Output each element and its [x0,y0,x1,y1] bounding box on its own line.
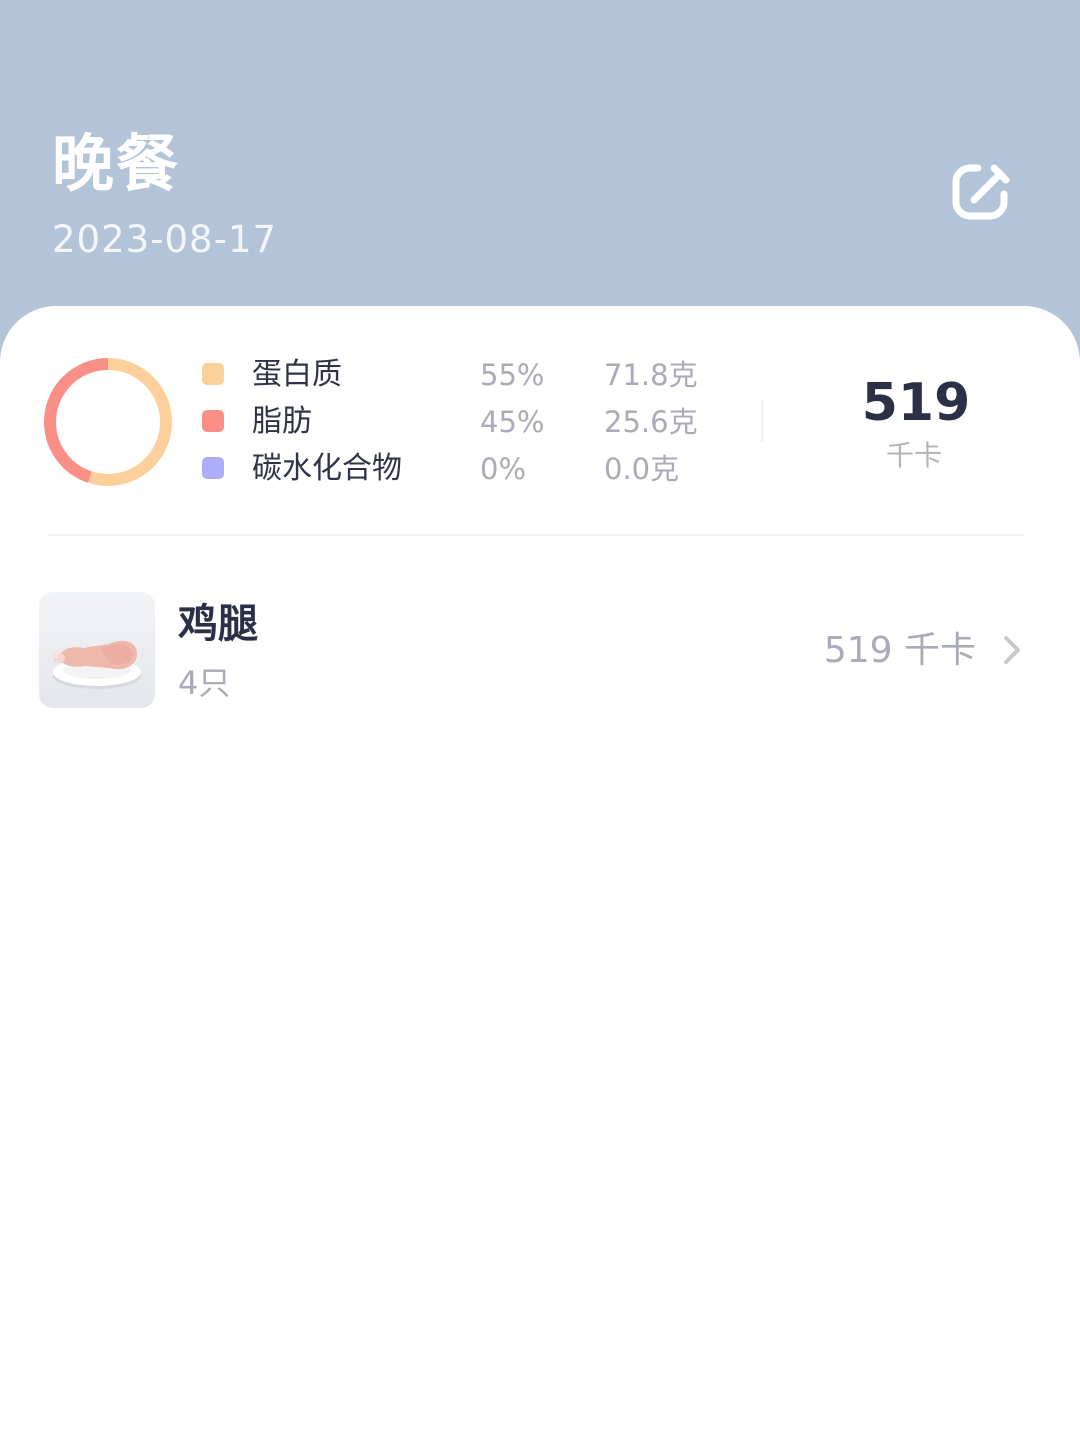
header: 晚餐 2023-08-17 [0,0,1080,340]
section-divider [48,534,1024,536]
legend-row-protein: 蛋白质 55% 71.8克 [200,352,740,398]
total-kcal-unit: 千卡 [885,439,942,472]
protein-grams: 71.8克 [604,358,698,392]
carbs-swatch [202,457,224,479]
food-name: 鸡腿 [178,601,258,647]
protein-label: 蛋白质 [252,357,342,392]
carbs-percent: 0% [480,452,527,486]
fat-percent: 45% [480,405,545,439]
edit-icon [952,164,1010,220]
meal-date: 2023-08-17 [52,218,278,261]
fat-swatch [202,410,224,432]
food-thumbnail [39,592,155,708]
total-kcal: 519 [861,373,971,433]
edit-button[interactable] [946,156,1018,228]
carbs-grams: 0.0克 [604,452,680,486]
chevron-right-icon [1004,636,1020,664]
protein-percent: 55% [480,358,545,392]
summary-divider [761,400,763,442]
food-item-chicken-leg[interactable]: 鸡腿 4只 519 千卡 [0,580,1080,720]
fat-label: 脂肪 [252,404,312,439]
legend-row-carbs: 碳水化合物 0% 0.0克 [200,446,740,492]
legend-row-fat: 脂肪 45% 25.6克 [200,399,740,445]
carbs-label: 碳水化合物 [252,451,402,486]
chicken-leg-photo [39,592,155,708]
meal-title: 晚餐 [52,127,181,200]
fat-grams: 25.6克 [604,405,698,439]
food-quantity: 4只 [178,664,231,702]
protein-swatch [202,363,224,385]
macro-donut-chart [44,358,172,486]
food-kcal: 519 千卡 [823,630,976,671]
